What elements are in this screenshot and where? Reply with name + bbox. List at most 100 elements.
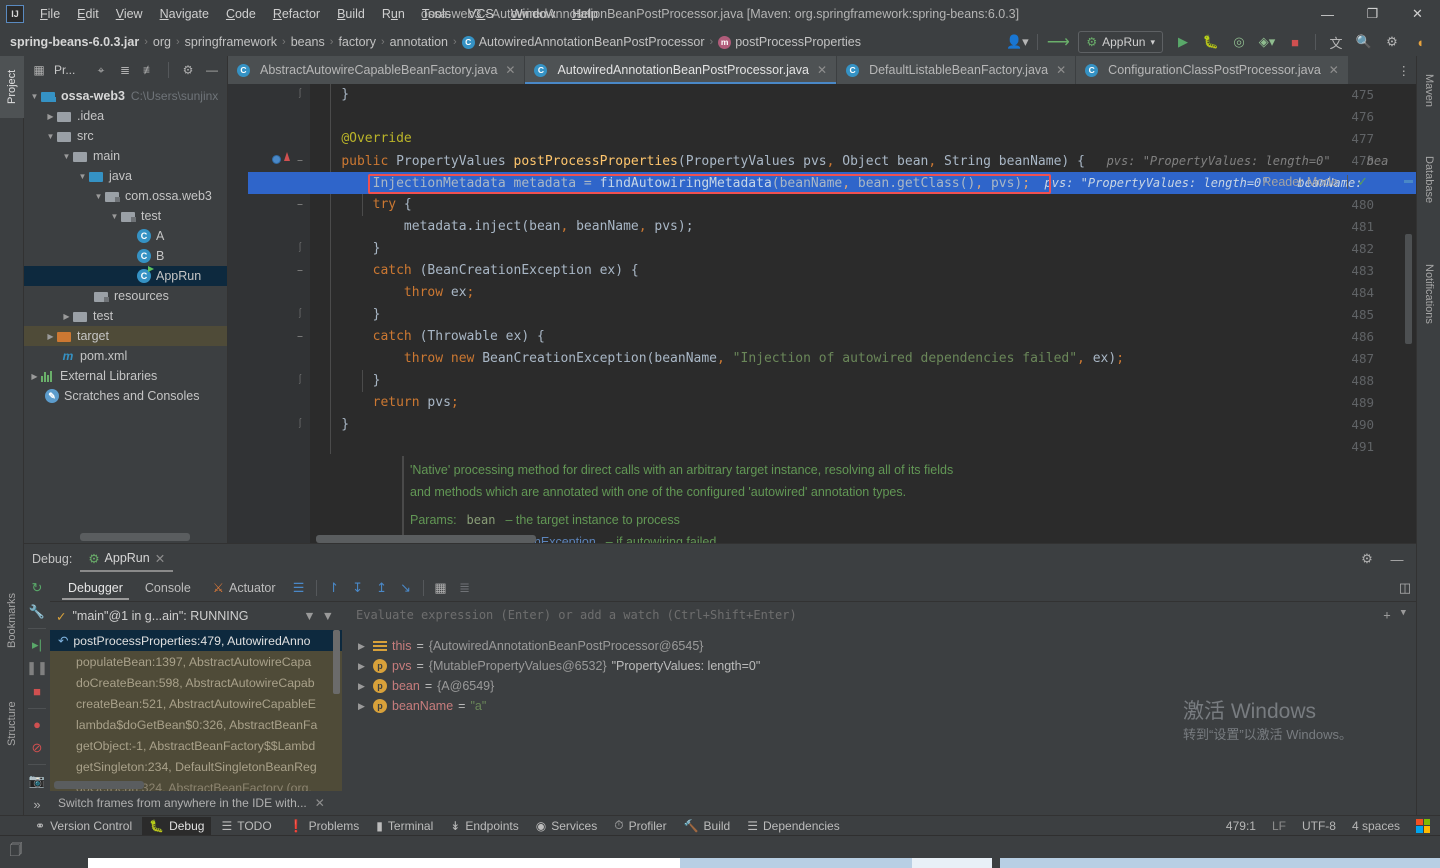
settings-wrench-icon[interactable]: 🔧 [26, 601, 48, 621]
chevron-down-icon[interactable]: ▼ [1401, 608, 1406, 622]
translate-icon[interactable]: 文 [1324, 31, 1348, 53]
tool-tab-notifications[interactable]: Notifications [1417, 238, 1440, 350]
editor-tab-configurationclasspostprocessor[interactable]: C ConfigurationClassPostProcessor.java ✕ [1076, 56, 1349, 84]
run-with-coverage-icon[interactable]: ◎ [1227, 31, 1251, 53]
inspections-ok-icon[interactable]: ✓ [1357, 174, 1368, 190]
frame-row[interactable]: lambda$doGetBean$0:326, AbstractBeanFa [50, 714, 342, 735]
screenshot-icon[interactable]: 📷 [26, 771, 48, 791]
more-icon[interactable]: ⋮ [1398, 63, 1411, 78]
view-breakpoints-icon[interactable]: ● [26, 715, 48, 735]
tree-node-target[interactable]: ▶ target [24, 326, 227, 346]
breadcrumb-org[interactable]: org [153, 35, 171, 49]
run-icon[interactable]: ▶ [1171, 31, 1195, 53]
editor-tab-defaultlistablebeanfactory[interactable]: C DefaultListableBeanFactory.java ✕ [837, 56, 1077, 84]
chevron-right-icon[interactable]: ▶ [60, 312, 73, 321]
breadcrumb-method[interactable]: m postProcessProperties [718, 35, 861, 49]
fold-marker-icon[interactable]: ⎯ [294, 260, 306, 282]
frame-row[interactable]: getObject:-1, AbstractBeanFactory$$Lambd [50, 735, 342, 756]
editor-horizontal-scrollbar[interactable] [316, 535, 536, 543]
editor-tab-overflow[interactable]: ⋮ [1392, 56, 1417, 84]
menu-code[interactable]: Code [218, 3, 264, 25]
mute-icon[interactable]: ≣ [454, 577, 476, 599]
tree-node-src[interactable]: ▼ src [24, 126, 227, 146]
tree-node-package-test[interactable]: ▼ test [24, 206, 227, 226]
close-icon[interactable]: ✕ [817, 63, 827, 77]
bottom-tab-profiler[interactable]: ⏱ Profiler [607, 816, 673, 835]
fold-marker-icon[interactable]: ⎯ [294, 194, 306, 216]
frame-row[interactable]: getSingleton:234, DefaultSingletonBeanRe… [50, 756, 342, 777]
frames-list[interactable]: ↶ postProcessProperties:479, AutowiredAn… [50, 630, 342, 815]
editor-stripe-marker[interactable] [1404, 180, 1413, 183]
tool-tab-maven[interactable]: Maven [1417, 60, 1440, 122]
frame-row[interactable]: populateBean:1397, AbstractAutowireCapa [50, 651, 342, 672]
frames-horizontal-scrollbar[interactable] [54, 781, 144, 789]
menu-refactor[interactable]: Refactor [265, 3, 328, 25]
evaluate-expression-bar[interactable]: Evaluate expression (Enter) or add a wat… [350, 602, 1416, 628]
tree-node-apprun[interactable]: C AppRun [24, 266, 227, 286]
breadcrumb-beans[interactable]: beans [291, 35, 325, 49]
rerun-icon[interactable]: ↻ [26, 578, 48, 598]
menu-run[interactable]: Run [374, 3, 413, 25]
maximize-button[interactable]: ❐ [1350, 0, 1395, 28]
pause-icon[interactable]: ❚❚ [26, 658, 48, 678]
tree-node-external-libraries[interactable]: ▶ External Libraries [24, 366, 227, 386]
breakpoint-icon[interactable] [272, 155, 281, 164]
editor-vertical-scrollbar[interactable] [1405, 234, 1412, 344]
menu-navigate[interactable]: Navigate [152, 3, 217, 25]
step-over-icon[interactable]: ↾ [323, 577, 345, 599]
fold-marker-icon[interactable]: ⎯ [294, 150, 306, 172]
tree-node-ossa-web3[interactable]: ▼ ossa-web3 C:\Users\sunjinx [24, 86, 227, 106]
search-icon[interactable]: 🔍 [1352, 31, 1376, 53]
hide-icon[interactable]: — [203, 61, 221, 79]
thread-selector[interactable]: ✓ "main"@1 in g...ain": RUNNING ▼ ▼ [50, 602, 342, 630]
stop-icon[interactable]: ■ [1283, 31, 1307, 53]
close-button[interactable]: ✕ [1395, 0, 1440, 28]
user-icon[interactable]: 👤▾ [1005, 31, 1029, 53]
variable-row[interactable]: ▶ this = {AutowiredAnnotationBeanPostPro… [350, 636, 1416, 656]
resume-icon[interactable]: ▸| [26, 635, 48, 655]
code-text-area[interactable]: } @Override public PropertyValues postPr… [310, 84, 1416, 543]
bottom-tab-services[interactable]: ◉ Services [529, 817, 605, 835]
back-arrow-icon[interactable]: ⟶ [1046, 31, 1070, 53]
run-to-cursor-icon[interactable]: ↘ [395, 577, 417, 599]
tree-node-idea[interactable]: ▶ .idea [24, 106, 227, 126]
variables-panel[interactable]: ▶ this = {AutowiredAnnotationBeanPostPro… [350, 628, 1416, 815]
filter-icon[interactable]: ▼ [303, 609, 315, 623]
tab-debugger[interactable]: Debugger [58, 577, 133, 600]
locate-icon[interactable]: ⌖ [92, 61, 110, 79]
tool-tab-structure[interactable]: Structure [0, 681, 24, 767]
tree-node-java[interactable]: ▼ java [24, 166, 227, 186]
chevron-down-icon[interactable]: ▼ [92, 192, 105, 201]
tree-node-pom-xml[interactable]: m pom.xml [24, 346, 227, 366]
tree-node-main[interactable]: ▼ main [24, 146, 227, 166]
tree-node-package-com-ossa-web3[interactable]: ▼ com.ossa.web3 [24, 186, 227, 206]
editor-tab-autowiredannotationbeanpostprocessor[interactable]: C AutowiredAnnotationBeanPostProcessor.j… [525, 56, 838, 84]
chevron-down-icon[interactable]: ▼ [60, 152, 73, 161]
fold-marker-icon[interactable]: ⎯ [294, 326, 306, 348]
breadcrumb-jar[interactable]: spring-beans-6.0.3.jar [10, 35, 139, 49]
tree-node-test-folder[interactable]: ▶ test [24, 306, 227, 326]
chevron-right-icon[interactable]: ▶ [44, 332, 57, 341]
menu-help[interactable]: Help [564, 3, 606, 25]
step-out-icon[interactable]: ↥ [371, 577, 393, 599]
menu-window[interactable]: Window [503, 3, 563, 25]
run-configuration-selector[interactable]: ⚙ AppRun ▾ [1078, 31, 1163, 53]
chevron-down-icon[interactable]: ▼ [28, 92, 41, 101]
more-icon[interactable]: » [26, 795, 48, 815]
breadcrumb-class[interactable]: C AutowiredAnnotationBeanPostProcessor [461, 35, 705, 49]
project-pane-hscrollbar[interactable] [80, 533, 190, 541]
bottom-tab-terminal[interactable]: ▮ Terminal [369, 817, 440, 835]
tool-tab-project[interactable]: Project [0, 56, 24, 118]
chevron-down-icon[interactable]: ▼ [108, 212, 121, 221]
bottom-tab-dependencies[interactable]: ☰ Dependencies [740, 817, 847, 835]
menu-tools[interactable]: Tools [414, 3, 459, 25]
bottom-tab-version-control[interactable]: ⚭ Version Control [28, 817, 139, 835]
caret-position[interactable]: 479:1 [1226, 819, 1256, 833]
close-icon[interactable]: ✕ [505, 63, 515, 77]
chevron-down-icon[interactable]: ▼ [322, 609, 342, 623]
chevron-right-icon[interactable]: ▶ [358, 641, 368, 652]
variable-row[interactable]: ▶ p bean = {A@6549} [350, 676, 1416, 696]
debug-session-tab[interactable]: ⚙ AppRun ✕ [80, 547, 174, 572]
fold-marker-icon[interactable]: ⎰ [294, 84, 306, 106]
bottom-tab-build[interactable]: 🔨 Build [677, 817, 738, 835]
